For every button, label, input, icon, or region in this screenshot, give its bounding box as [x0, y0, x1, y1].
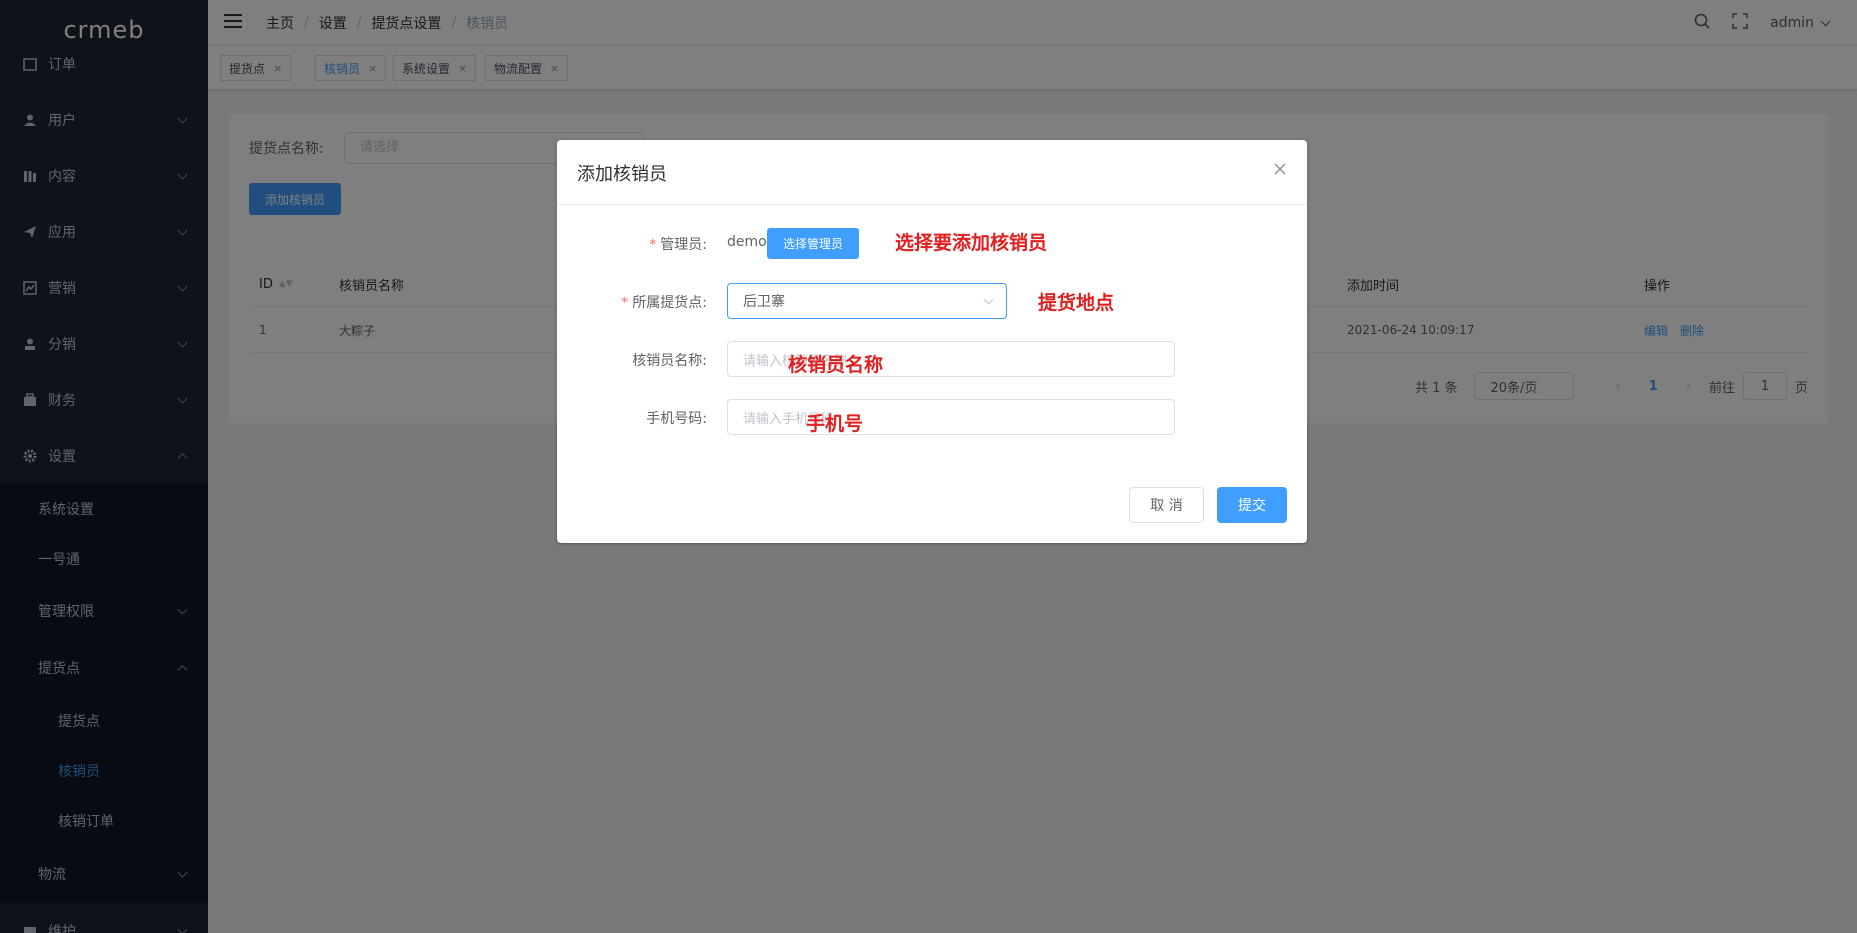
submit-button[interactable]: 提交 [1217, 487, 1287, 523]
dialog-title: 添加核销员 [577, 164, 667, 185]
admin-value: demo [727, 234, 767, 250]
admin-label: * 管理员: [649, 237, 707, 253]
phone-label: 手机号码: [646, 411, 707, 427]
chevron-down-icon [983, 294, 994, 305]
pickup-label: * 所属提货点: [621, 295, 707, 311]
pickup-select[interactable]: 后卫寨 [727, 283, 1007, 319]
add-verifier-dialog: 添加核销员 * 管理员: demo 选择管理员 选择要添加核销员 * 所属提货点: … [557, 140, 1307, 543]
choose-admin-button[interactable]: 选择管理员 [767, 228, 859, 259]
phone-input[interactable]: 请输入手机号码 [727, 399, 1175, 435]
verifier-name-label: 核销员名称: [632, 353, 707, 369]
annotation-phone: 手机号 [806, 413, 864, 435]
annotation-admin: 选择要添加核销员 [895, 232, 1048, 254]
cancel-button[interactable]: 取 消 [1129, 487, 1204, 523]
dialog-divider [557, 204, 1307, 205]
annotation-name: 核销员名称 [788, 354, 884, 376]
close-icon[interactable] [1273, 162, 1287, 176]
annotation-pickup: 提货地点 [1038, 292, 1115, 314]
